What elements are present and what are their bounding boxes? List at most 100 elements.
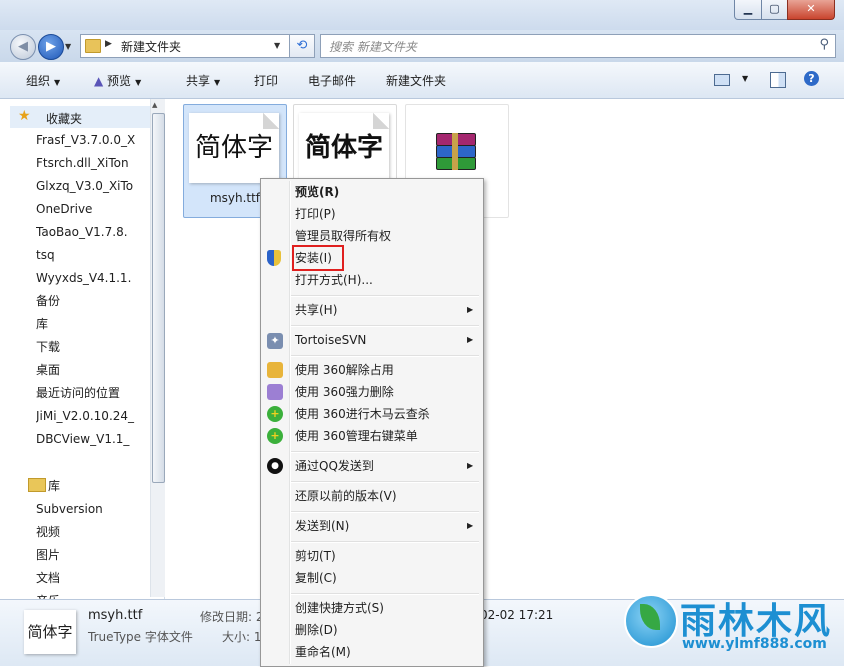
menu-item-360-delete[interactable]: 使用 360强力删除 [295, 382, 394, 402]
menu-separator [291, 295, 479, 297]
nav-item-label: 最近访问的位置 [36, 386, 121, 400]
menu-separator [291, 593, 479, 595]
chevron-right-icon[interactable]: ▶ [105, 39, 112, 49]
nav-item-label: OneDrive [36, 202, 93, 216]
menu-item-rename[interactable]: 重命名(M) [295, 642, 351, 662]
nav-item[interactable]: 桌面 [36, 360, 148, 380]
nav-item[interactable]: Subversion [36, 499, 148, 519]
title-bar: ▁ ▢ ✕ [0, 0, 844, 30]
menu-item-360-menu[interactable]: 使用 360管理右键菜单 [295, 426, 418, 446]
menu-item-take-ownership[interactable]: 管理员取得所有权 [295, 226, 391, 246]
nav-item[interactable]: 库 [36, 314, 148, 334]
nav-item[interactable]: 视频 [36, 522, 148, 542]
nav-item[interactable]: OneDrive [36, 199, 148, 219]
nav-item[interactable]: JiMi_V2.0.10.24_ [36, 406, 148, 426]
navigation-pane: ★ 收藏夹 Frasf_V3.7.0.0_X Ftsrch.dll_XiTon … [0, 99, 165, 599]
preview-icon: ▲ [94, 74, 108, 88]
menu-item-tortoisesvn[interactable]: TortoiseSVN [295, 330, 366, 350]
scrollbar-thumb[interactable] [152, 113, 165, 483]
menu-item-360-unlock[interactable]: 使用 360解除占用 [295, 360, 394, 380]
360-unlock-icon [267, 362, 283, 378]
library-icon [28, 478, 46, 492]
search-placeholder: 搜索 新建文件夹 [329, 40, 417, 54]
submenu-arrow-icon: ▶ [467, 461, 474, 470]
nav-item[interactable]: tsq [36, 245, 148, 265]
minimize-button[interactable]: ▁ [734, 0, 762, 20]
email-button[interactable]: 电子邮件 [308, 72, 356, 89]
nav-item-label: 桌面 [36, 363, 61, 377]
nav-item[interactable]: 下载 [36, 337, 148, 357]
search-icon[interactable]: ⚲ [819, 37, 829, 52]
menu-item-send-to[interactable]: 发送到(N) [295, 516, 349, 536]
thumbnail-text: 简体字 [194, 133, 273, 163]
back-button[interactable]: ◀ [10, 34, 36, 60]
new-folder-button[interactable]: 新建文件夹 [386, 72, 446, 89]
change-view-icon[interactable] [714, 74, 730, 86]
menu-item-delete[interactable]: 删除(D) [295, 620, 338, 640]
menu-item-print[interactable]: 打印(P) [295, 204, 336, 224]
preview-pane-icon[interactable] [770, 72, 786, 88]
folder-icon [85, 39, 101, 53]
menu-item-preview[interactable]: 预览(R) [295, 182, 339, 202]
address-bar[interactable]: ▶ 新建文件夹 ▼ [80, 34, 290, 58]
nav-item-label: 下载 [36, 340, 61, 354]
nav-item[interactable]: Wyyxds_V4.1.1. [36, 268, 148, 288]
print-button[interactable]: 打印 [254, 72, 278, 89]
search-input[interactable]: 搜索 新建文件夹 ⚲ [320, 34, 836, 58]
nav-item-label: tsq [36, 248, 55, 262]
close-button[interactable]: ✕ [787, 0, 835, 20]
chevron-down-icon: ▼ [54, 78, 61, 87]
nav-item[interactable]: Ftsrch.dll_XiTon [36, 153, 148, 173]
font-thumbnail: 简体字 [189, 113, 279, 183]
font-thumbnail: 简体字 [299, 113, 389, 183]
recent-pages-dropdown-icon[interactable]: ▼ [65, 42, 71, 51]
menu-item-copy[interactable]: 复制(C) [295, 568, 337, 588]
menu-item-360-scan[interactable]: 使用 360进行木马云查杀 [295, 404, 430, 424]
page-fold-icon [373, 113, 389, 129]
menu-item-send-via-qq[interactable]: 通过QQ发送到 [295, 456, 374, 476]
nav-item[interactable]: Glxzq_V3.0_XiTo [36, 176, 148, 196]
menu-item-cut[interactable]: 剪切(T) [295, 546, 336, 566]
shield-icon [267, 250, 281, 266]
nav-item-label: JiMi_V2.0.10.24_ [36, 409, 135, 423]
favorites-label[interactable]: 收藏夹 [46, 110, 82, 127]
winrar-archive-icon [436, 133, 476, 170]
nav-item[interactable]: 文档 [36, 568, 148, 588]
nav-item[interactable]: 备份 [36, 291, 148, 311]
details-size-label: 大小: 1 [222, 630, 262, 644]
details-file-type: TrueType 字体文件 [88, 630, 193, 644]
address-path[interactable]: 新建文件夹 [121, 38, 181, 55]
organize-button[interactable]: 组织 ▼ [26, 72, 60, 89]
menu-item-share[interactable]: 共享(H) [295, 300, 337, 320]
nav-item[interactable]: 音乐 [36, 591, 148, 599]
thumbnail-text: 简体字 [304, 133, 383, 163]
nav-item[interactable]: 最近访问的位置 [36, 383, 148, 403]
menu-separator [291, 355, 479, 357]
refresh-button[interactable]: ⟲ [289, 34, 315, 58]
libraries-label[interactable]: 库 [48, 477, 60, 494]
chevron-down-icon[interactable]: ▼ [274, 41, 280, 50]
chevron-down-icon[interactable]: ▼ [742, 74, 748, 83]
menu-separator [291, 481, 479, 483]
nav-item[interactable]: Frasf_V3.7.0.0_X [36, 130, 148, 150]
preview-button[interactable]: ▲ 预览 ▼ [94, 72, 141, 89]
maximize-button[interactable]: ▢ [761, 0, 788, 20]
share-button[interactable]: 共享 ▼ [186, 72, 220, 89]
menu-gutter [289, 181, 291, 664]
chevron-up-icon[interactable]: ▲ [152, 101, 157, 109]
details-modified-value: 02-02 17:21 [480, 608, 554, 622]
nav-item[interactable]: TaoBao_V1.7.8. [36, 222, 148, 242]
menu-item-restore-versions[interactable]: 还原以前的版本(V) [295, 486, 397, 506]
nav-item-label: DBCView_V1.1_ [36, 432, 130, 446]
nav-item[interactable]: DBCView_V1.1_ [36, 429, 148, 449]
menu-item-create-shortcut[interactable]: 创建快捷方式(S) [295, 598, 384, 618]
help-icon[interactable]: ? [804, 71, 819, 86]
menu-item-open-with[interactable]: 打开方式(H)... [295, 270, 373, 290]
nav-item-label: 备份 [36, 294, 61, 308]
nav-item[interactable]: 图片 [36, 545, 148, 565]
star-icon: ★ [18, 108, 31, 124]
forward-button[interactable]: ▶ [38, 34, 64, 60]
nav-scrollbar[interactable]: ▲ [150, 99, 165, 597]
nav-item-label: Frasf_V3.7.0.0_X [36, 133, 136, 147]
details-modified-label: 修改日期: 2 [200, 610, 264, 624]
